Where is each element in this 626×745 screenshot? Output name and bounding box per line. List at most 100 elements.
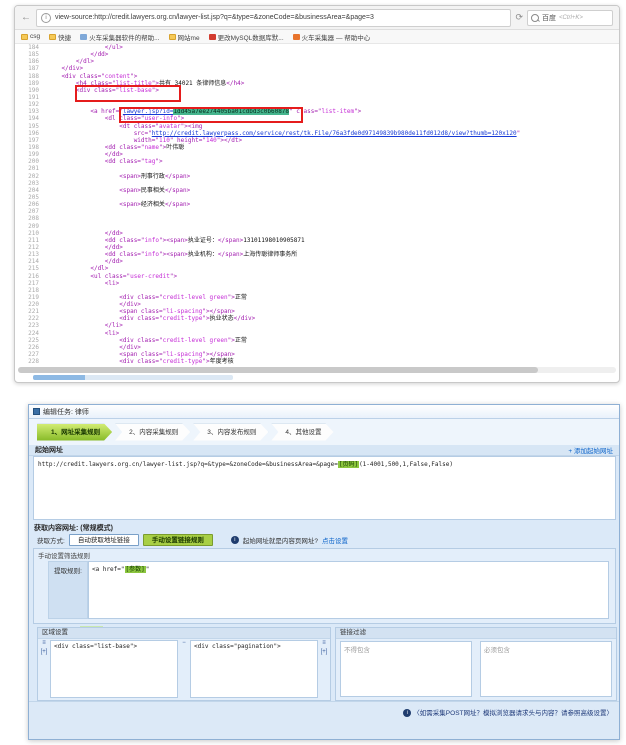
source-line: 203 (15, 180, 619, 187)
browser-window: ← i view-source:http://credit.lawyers.or… (14, 5, 620, 383)
wizard-step-3[interactable]: 3、内容发布规则 (193, 424, 268, 441)
rule-suffix-text: " (146, 566, 150, 573)
rule-textarea[interactable]: <a href="[参数]" (88, 561, 609, 619)
bookmark-item[interactable]: 火车采集器 — 帮助中心 (293, 32, 371, 42)
source-line: 210 </dd> (15, 230, 619, 237)
source-line: 184 </ul> (15, 44, 619, 51)
line-number: 202 (15, 173, 39, 180)
page-info-icon[interactable]: i (41, 13, 51, 23)
bookmark-item[interactable]: csg (21, 33, 40, 40)
browser-nav-bar: ← i view-source:http://credit.lawyers.or… (15, 6, 619, 30)
bookmark-label: 快捷 (58, 32, 71, 42)
source-line: 194 <dl class="user-info"> (15, 115, 619, 122)
start-url-list[interactable]: http://credit.lawyers.org.cn/lawyer-list… (33, 456, 616, 520)
source-line: 185 </dd> (15, 51, 619, 58)
bookmark-label: 网站me (178, 32, 200, 42)
search-icon (531, 14, 539, 22)
bookmark-label: csg (30, 33, 40, 40)
area-end-input[interactable]: <div class="pagination"> (190, 640, 318, 698)
reload-icon[interactable]: ⟳ (515, 12, 523, 23)
line-number: 222 (15, 315, 39, 322)
minus-icon[interactable]: − (182, 640, 186, 646)
rule-label: 提取规则: (48, 561, 88, 619)
status-progress-strip (33, 375, 233, 380)
source-view[interactable]: 184 </ul>185 </dd>186 </dl>187 </div>188… (15, 44, 619, 366)
bookmark-item[interactable]: 火车采集器软件的帮助... (80, 32, 159, 42)
scrollbar-thumb[interactable] (18, 367, 538, 373)
source-line: 192 (15, 101, 619, 108)
source-line: 226 </div> (15, 344, 619, 351)
url-text: view-source:http://credit.lawyers.org.cn… (55, 14, 374, 21)
source-line: 195 <dt class="avatar"><img (15, 123, 619, 130)
source-line: 196 src="http://credit.lawyerpass.com/se… (15, 130, 619, 137)
wizard-step-2[interactable]: 2、内容采集规则 (115, 424, 190, 441)
area-start-input[interactable]: <div class="list-base"> (50, 640, 178, 698)
include-input[interactable]: 必须包含 (480, 641, 612, 697)
line-number: 204 (15, 187, 39, 194)
source-line: 222 <div class="credit-type">执业状态</div> (15, 315, 619, 322)
line-number: 199 (15, 151, 39, 158)
page-number-token: [页码] (338, 461, 359, 468)
add-icon[interactable]: [+] (41, 649, 48, 655)
add-start-url-link[interactable]: + 添加起始网址 (568, 445, 613, 455)
handle-icon[interactable]: ≡ (322, 640, 326, 646)
line-number: 218 (15, 287, 39, 294)
wizard-step-4[interactable]: 4、其他设置 (271, 424, 333, 441)
param-token: [参数] (125, 566, 146, 573)
line-number: 189 (15, 80, 39, 87)
address-bar[interactable]: i view-source:http://credit.lawyers.org.… (36, 9, 511, 27)
source-line: 202 <span>刑事行政</span> (15, 173, 619, 180)
line-number: 185 (15, 51, 39, 58)
bookmark-item[interactable]: 快捷 (49, 32, 71, 42)
manual-group-title: 手动设置筛选规则 (38, 550, 90, 560)
area-left-tools: ≡ [+] (38, 638, 50, 700)
scraper-title-bar: 编辑任务: 律师 (29, 405, 619, 419)
line-number: 191 (15, 94, 39, 101)
line-number: 209 (15, 223, 39, 230)
bookmark-item[interactable]: 网站me (169, 32, 200, 42)
annotation-box-lawyer-link (119, 107, 303, 123)
search-box[interactable]: 百度 <Ctrl+K> (527, 10, 613, 26)
search-engine-label: 百度 (542, 13, 556, 23)
info-icon: i (231, 536, 239, 544)
source-line: 206 <span>经济相关</span> (15, 201, 619, 208)
add-icon[interactable]: [+] (321, 649, 328, 655)
horizontal-scrollbar[interactable] (18, 367, 616, 373)
page-icon (80, 34, 87, 40)
rule-prefix-text: <a href=" (92, 566, 125, 573)
exclude-input[interactable]: 不得包含 (340, 641, 472, 697)
handle-icon[interactable]: ≡ (42, 640, 46, 646)
source-line: 216 <ul class="user-credit"> (15, 273, 619, 280)
start-url-label: 起始网址 (35, 445, 63, 455)
line-number: 210 (15, 230, 39, 237)
source-line: 225 <div class="credit-level green">正常 (15, 337, 619, 344)
source-line: 207 (15, 208, 619, 215)
line-number: 205 (15, 194, 39, 201)
source-line: 228 <div class="credit-type">年度考核 (15, 358, 619, 365)
start-url-header: 起始网址 + 添加起始网址 (29, 445, 619, 456)
auto-link-button[interactable]: 自动获取地址链接 (69, 534, 139, 546)
line-number: 216 (15, 273, 39, 280)
line-number: 226 (15, 344, 39, 351)
line-number: 184 (15, 44, 39, 51)
line-number: 207 (15, 208, 39, 215)
bottom-split: 区域设置 ≡ [+] <div class="list-base"> − <di… (29, 627, 619, 701)
source-line: 212 </dd> (15, 244, 619, 251)
source-line: 217 <li> (15, 280, 619, 287)
wizard-step-1[interactable]: 1、网址采集规则 (37, 424, 112, 441)
line-number: 217 (15, 280, 39, 287)
hint-text: 起始网址就是内容页网址? (243, 535, 318, 545)
bookmark-item[interactable]: 更改MySQL数据库默... (209, 32, 284, 42)
search-shortcut-hint: <Ctrl+K> (559, 15, 583, 21)
line-number: 190 (15, 87, 39, 94)
line-number: 227 (15, 351, 39, 358)
start-url-item[interactable]: http://credit.lawyers.org.cn/lawyer-list… (38, 459, 611, 468)
line-number: 206 (15, 201, 39, 208)
line-number: 200 (15, 158, 39, 165)
back-icon[interactable]: ← (21, 12, 31, 23)
manual-rule-button[interactable]: 手动设置链接规则 (143, 534, 213, 546)
folder-icon (49, 34, 56, 40)
line-number: 212 (15, 244, 39, 251)
hint-settings-link[interactable]: 点击设置 (322, 535, 348, 545)
source-line: 209 (15, 223, 619, 230)
